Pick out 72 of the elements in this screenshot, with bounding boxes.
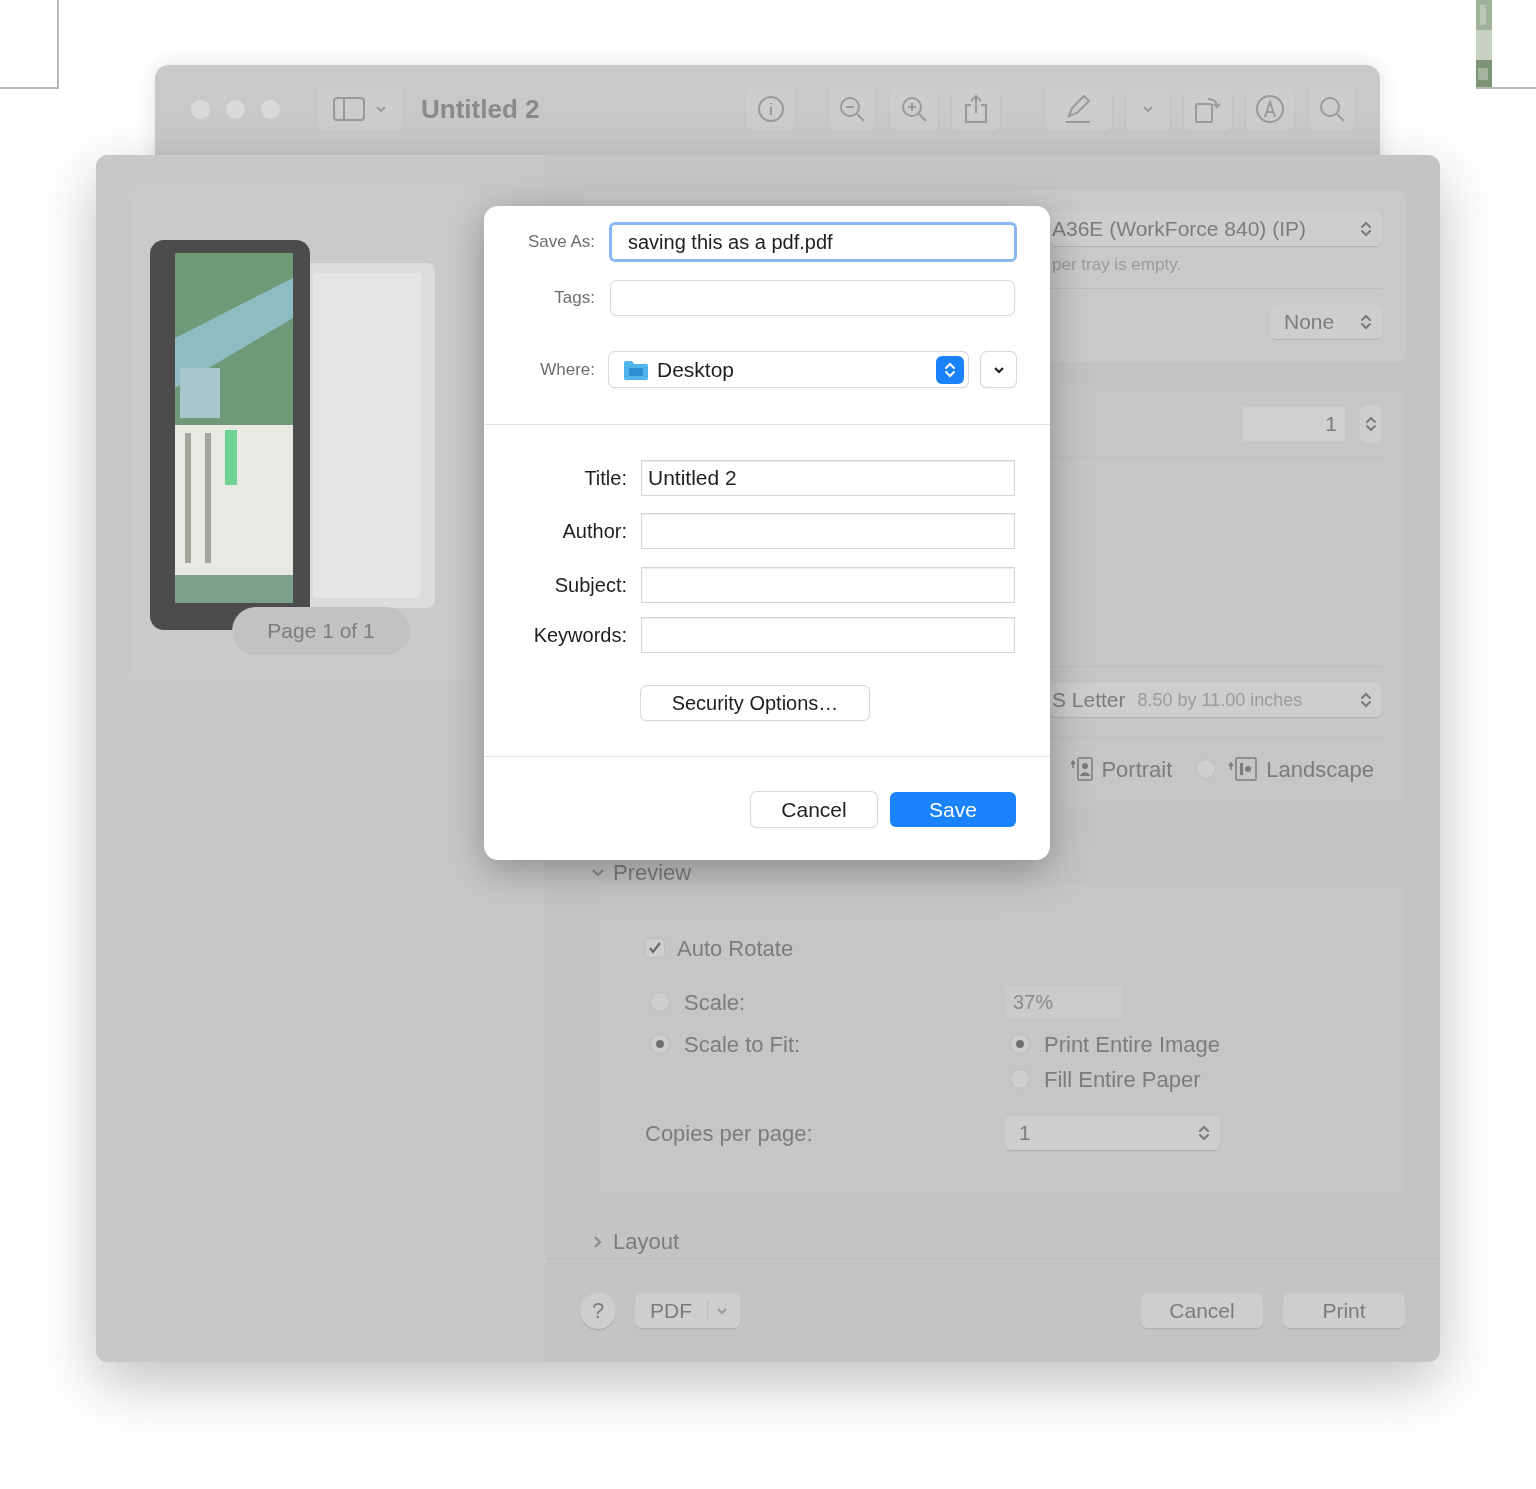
chevron-down-icon xyxy=(1142,105,1154,113)
markup-pen-button[interactable] xyxy=(1044,87,1112,131)
file-name-field[interactable]: saving this as a pdf.pdf xyxy=(609,222,1017,262)
pen-icon xyxy=(1063,94,1093,124)
landscape-label: Landscape xyxy=(1266,755,1374,784)
pdf-menu-button[interactable]: PDF xyxy=(635,1293,740,1328)
info-icon xyxy=(757,95,785,123)
copies-per-page-popup[interactable]: 1 xyxy=(1005,1116,1220,1150)
landscape-icon xyxy=(1228,756,1259,782)
save-as-label: Save As: xyxy=(526,231,595,254)
printer-popup[interactable]: A36E (WorkForce 840) (IP) xyxy=(1050,212,1382,246)
zoom-out-icon xyxy=(838,95,866,123)
footer-button[interactable]: Cancel xyxy=(1141,1293,1263,1328)
window-title: Untitled 2 xyxy=(421,92,540,126)
search-icon xyxy=(1318,95,1346,123)
copies-stepper[interactable] xyxy=(1360,405,1382,443)
updown-chevron-icon xyxy=(1360,690,1372,710)
checkbox[interactable] xyxy=(645,938,665,958)
scale-field[interactable]: 37% xyxy=(1005,986,1122,1018)
markup-icon xyxy=(1255,94,1285,124)
metadata-label: Title: xyxy=(583,466,627,491)
sidebar-toggle-button[interactable] xyxy=(316,87,404,131)
page-indicator: Page 1 of 1 xyxy=(232,607,410,655)
expand-dialog-button[interactable] xyxy=(981,352,1016,387)
radio-button[interactable] xyxy=(1010,1034,1030,1054)
updown-chevron-icon xyxy=(1365,414,1377,434)
chevron-down-icon xyxy=(992,365,1005,374)
updown-chevron-icon xyxy=(1360,219,1372,239)
copies-field[interactable]: 1 xyxy=(1243,407,1345,441)
zoom-out-button[interactable] xyxy=(828,87,876,131)
portrait-icon xyxy=(1071,756,1094,782)
share-button[interactable] xyxy=(952,87,1000,131)
disclosure-chevron-icon[interactable] xyxy=(593,1235,603,1249)
section-heading[interactable]: Layout xyxy=(613,1231,680,1253)
location-popup[interactable]: Desktop xyxy=(609,352,968,387)
dialog-button[interactable]: Cancel xyxy=(751,792,877,827)
metadata-label: Author: xyxy=(561,519,627,544)
fit-option-label: Fill Entire Paper xyxy=(1044,1065,1201,1094)
folder-icon xyxy=(623,358,649,381)
metadata-label: Keywords: xyxy=(532,623,627,648)
presets-popup[interactable]: None xyxy=(1270,304,1382,339)
info-button[interactable] xyxy=(746,87,796,131)
portrait-label: Portrait xyxy=(1101,755,1173,784)
dialog-button[interactable]: Save xyxy=(890,792,1016,827)
chevron-down-icon xyxy=(375,105,387,113)
updown-chevron-icon xyxy=(1198,1123,1210,1143)
markup-button[interactable] xyxy=(1246,87,1294,131)
scale-label: Scale: xyxy=(684,988,746,1017)
tags-field[interactable] xyxy=(611,281,1014,315)
metadata-label: Subject: xyxy=(553,573,627,598)
checkmark-icon xyxy=(648,941,662,955)
zoom-in-button[interactable] xyxy=(890,87,938,131)
footer-button[interactable]: Print xyxy=(1283,1293,1405,1328)
fit-option-label: Print Entire Image xyxy=(1044,1030,1221,1059)
markup-menu-button[interactable] xyxy=(1126,87,1170,131)
scale-to-fit-label: Scale to Fit: xyxy=(684,1030,801,1059)
paper-size: S Letter xyxy=(1052,687,1126,714)
radio-button[interactable] xyxy=(650,1034,670,1054)
search-button[interactable] xyxy=(1308,87,1356,131)
zoom-in-icon xyxy=(900,95,928,123)
chevron-down-icon xyxy=(716,1306,728,1315)
security-options-button[interactable]: Security Options… xyxy=(641,686,869,720)
tags-label: Tags: xyxy=(553,287,595,310)
where-label: Where: xyxy=(539,358,595,381)
help-button[interactable]: ? xyxy=(580,1292,616,1329)
disclosure-chevron-icon[interactable] xyxy=(591,868,605,878)
section-heading[interactable]: Preview xyxy=(613,862,692,884)
copies-per-page-label: Copies per page: xyxy=(645,1119,814,1148)
auto-rotate-label: Auto Rotate xyxy=(677,934,794,963)
share-icon xyxy=(963,94,989,124)
sidebar-icon xyxy=(333,97,365,121)
rotate-button[interactable] xyxy=(1184,87,1232,131)
